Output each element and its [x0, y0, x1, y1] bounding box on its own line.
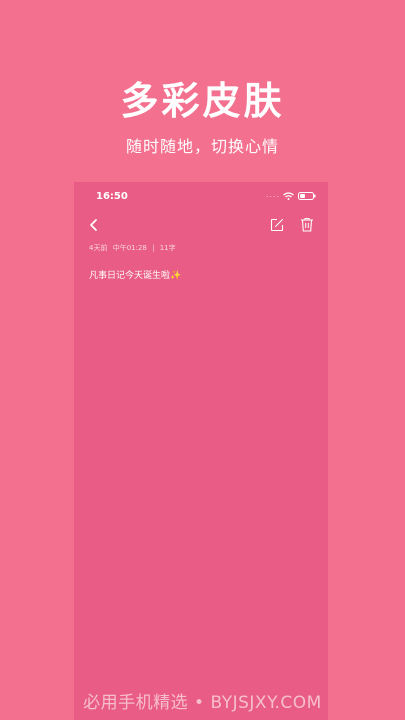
back-icon[interactable] — [88, 218, 100, 232]
note-time: 中午01:28 — [112, 244, 147, 252]
wifi-icon — [283, 192, 294, 200]
phone-screen: 16:50 .... 4天前 中午01:28 | 11字 凡事日记今天诞生啦✨ — [74, 182, 328, 720]
status-bar: 16:50 .... — [74, 182, 328, 212]
note-meta-separator: | — [152, 244, 155, 252]
note-relative-time: 4天前 — [89, 244, 108, 252]
watermark: 必用手机精选 • BYJSJXY.COM — [83, 693, 322, 713]
note-body[interactable]: 凡事日记今天诞生啦✨ — [89, 268, 181, 281]
note-meta: 4天前 中午01:28 | 11字 — [89, 243, 179, 253]
signal-icon: .... — [265, 190, 280, 199]
hero-title: 多彩皮肤 — [120, 79, 285, 123]
hero-subtitle: 随时随地，切换心情 — [125, 137, 279, 156]
battery-icon — [298, 192, 316, 200]
trash-icon[interactable] — [300, 217, 314, 232]
status-time: 16:50 — [96, 191, 128, 202]
edit-icon[interactable] — [270, 218, 284, 232]
note-char-count: 11字 — [159, 244, 176, 252]
